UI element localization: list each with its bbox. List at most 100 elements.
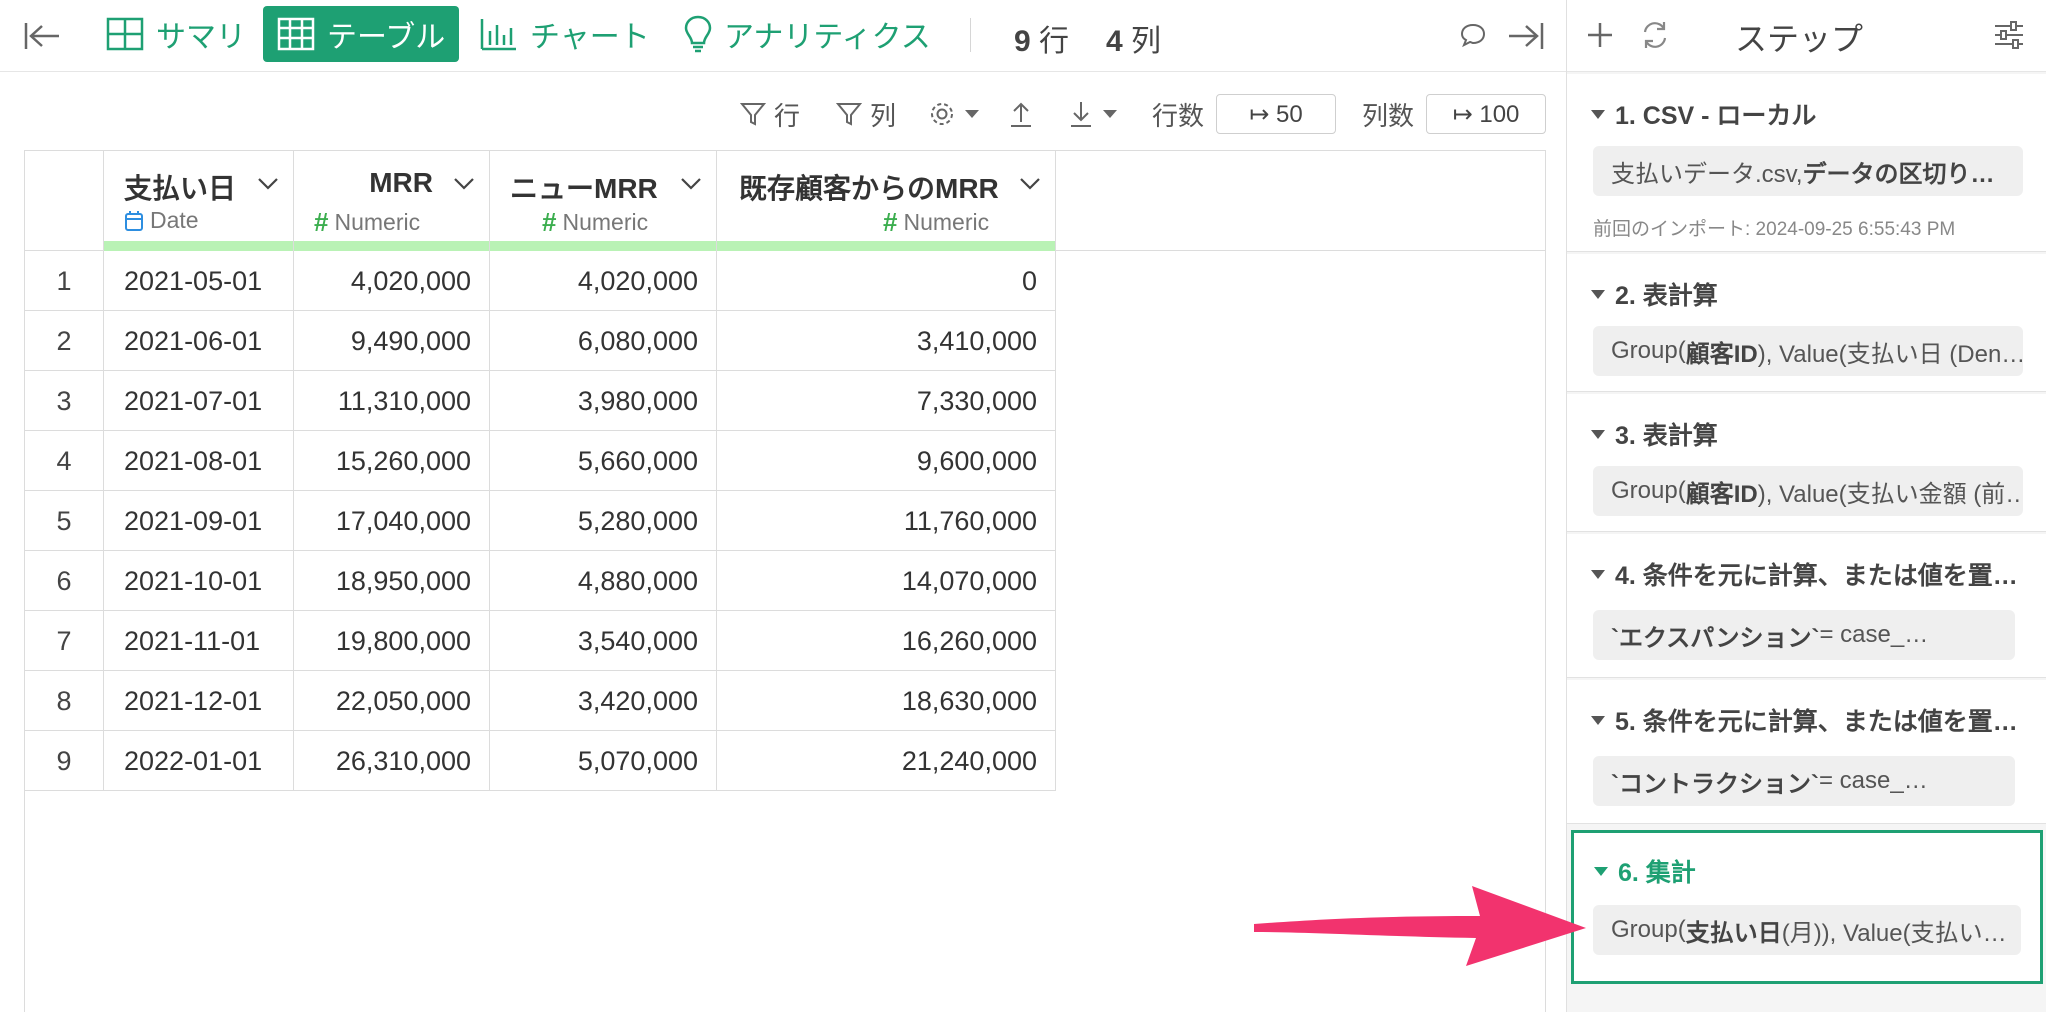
summary-grid-icon (106, 17, 144, 51)
table-row: 7 2021-11-01 19,800,000 3,540,000 16,260… (25, 611, 1056, 671)
numeric-icon: # (314, 207, 329, 237)
numeric-icon: # (883, 207, 898, 237)
filter-icon (740, 103, 766, 126)
chevron-down-icon[interactable] (1019, 177, 1041, 191)
caret-down-icon (1591, 109, 1605, 119)
cell-existing-mrr[interactable]: 14,070,000 (717, 551, 1056, 611)
cell-mrr[interactable]: 22,050,000 (294, 671, 490, 731)
cell-new-mrr[interactable]: 5,070,000 (490, 731, 717, 791)
column-name: 支払い日 (124, 173, 237, 204)
tab-analytics[interactable]: アナリティクス (670, 6, 945, 62)
column-header-payment-date[interactable]: 支払い日 Date (104, 151, 294, 251)
cell-existing-mrr[interactable]: 16,260,000 (717, 611, 1056, 671)
row-index: 9 (25, 731, 104, 791)
cell-payment-date[interactable]: 2021-06-01 (104, 311, 294, 371)
step-2-table-calc[interactable]: 2. 表計算 Group(顧客ID), Value(支払い日 (Den… (1567, 254, 2046, 392)
cell-existing-mrr[interactable]: 9,600,000 (717, 431, 1056, 491)
table-row: 1 2021-05-01 4,020,000 4,020,000 0 (25, 251, 1056, 311)
bar-chart-icon (480, 19, 516, 51)
cell-new-mrr[interactable]: 5,660,000 (490, 431, 717, 491)
filter-columns-button[interactable]: 列 (836, 94, 896, 134)
row-index: 2 (25, 311, 104, 371)
columns-limit-input[interactable]: ↦ 100 (1426, 94, 1546, 134)
step-detail[interactable]: Group(支払い日 (月)), Value(支払い… (1593, 905, 2021, 955)
cell-payment-date[interactable]: 2022-01-01 (104, 731, 294, 791)
cell-existing-mrr[interactable]: 7,330,000 (717, 371, 1056, 431)
steps-panel: ステップ 1. CSV - ローカル 支払いデータ.csv, データの区切り… … (1566, 0, 2046, 1012)
step-6-aggregate[interactable]: 6. 集計 Group(支払い日 (月)), Value(支払い… (1571, 830, 2043, 984)
cell-new-mrr[interactable]: 5,280,000 (490, 491, 717, 551)
step-detail[interactable]: `コントラクション` = case_… (1593, 756, 2015, 806)
download-dropdown[interactable] (1068, 94, 1118, 134)
column-quality-bar (294, 241, 489, 251)
filter-rows-button[interactable]: 行 (740, 94, 800, 134)
step-1-csv-local[interactable]: 1. CSV - ローカル 支払いデータ.csv, データの区切り… 前回のイン… (1567, 74, 2046, 252)
column-type: Date (124, 207, 199, 234)
table-row: 3 2021-07-01 11,310,000 3,980,000 7,330,… (25, 371, 1056, 431)
caret-down-icon (1591, 429, 1605, 439)
caret-down-icon (965, 110, 979, 118)
row-index: 7 (25, 611, 104, 671)
cell-mrr[interactable]: 17,040,000 (294, 491, 490, 551)
step-3-table-calc[interactable]: 3. 表計算 Group(顧客ID), Value(支払い金額 (前… (1567, 394, 2046, 532)
cell-payment-date[interactable]: 2021-05-01 (104, 251, 294, 311)
chevron-down-icon[interactable] (453, 177, 475, 191)
rows-limit-input[interactable]: ↦ 50 (1216, 94, 1336, 134)
cell-payment-date[interactable]: 2021-12-01 (104, 671, 294, 731)
column-header-mrr[interactable]: MRR # Numeric (294, 151, 490, 251)
plus-icon[interactable] (1585, 20, 1615, 50)
row-index: 6 (25, 551, 104, 611)
cell-new-mrr[interactable]: 4,020,000 (490, 251, 717, 311)
cell-mrr[interactable]: 11,310,000 (294, 371, 490, 431)
step-title: 1. CSV - ローカル (1591, 96, 2021, 132)
step-5-conditional-calc[interactable]: 5. 条件を元に計算、または値を置… `コントラクション` = case_… (1567, 680, 2046, 824)
tab-chart[interactable]: チャート (466, 6, 664, 62)
collapse-right-icon[interactable] (1506, 16, 1546, 56)
cell-existing-mrr[interactable]: 11,760,000 (717, 491, 1056, 551)
collapse-left-icon[interactable] (22, 16, 62, 56)
tab-summary-label: サマリ (156, 21, 246, 54)
cell-new-mrr[interactable]: 3,420,000 (490, 671, 717, 731)
cell-existing-mrr[interactable]: 0 (717, 251, 1056, 311)
column-header-existing-mrr[interactable]: 既存顧客からのMRR # Numeric (717, 151, 1056, 251)
step-detail[interactable]: `エクスパンション` = case_… (1593, 610, 2015, 660)
upload-icon[interactable] (1008, 94, 1034, 134)
tab-summary[interactable]: サマリ (92, 6, 260, 62)
tab-table[interactable]: テーブル (263, 6, 460, 62)
step-detail[interactable]: Group(顧客ID), Value(支払い日 (Den… (1593, 326, 2023, 376)
cell-new-mrr[interactable]: 3,980,000 (490, 371, 717, 431)
refresh-icon[interactable] (1639, 19, 1671, 51)
cell-existing-mrr[interactable]: 3,410,000 (717, 311, 1056, 371)
steps-panel-title: ステップ (1735, 21, 1864, 57)
cell-new-mrr[interactable]: 3,540,000 (490, 611, 717, 671)
cell-mrr[interactable]: 26,310,000 (294, 731, 490, 791)
column-header-new-mrr[interactable]: ニューMRR # Numeric (490, 151, 717, 251)
cell-payment-date[interactable]: 2021-10-01 (104, 551, 294, 611)
chevron-down-icon[interactable] (257, 177, 279, 191)
table-row: 8 2021-12-01 22,050,000 3,420,000 18,630… (25, 671, 1056, 731)
cell-mrr[interactable]: 15,260,000 (294, 431, 490, 491)
step-detail[interactable]: Group(顧客ID), Value(支払い金額 (前… (1593, 466, 2023, 516)
calendar-icon (125, 210, 143, 231)
sliders-icon[interactable] (1993, 20, 2025, 50)
comment-icon[interactable] (1456, 18, 1490, 52)
cell-new-mrr[interactable]: 6,080,000 (490, 311, 717, 371)
cell-payment-date[interactable]: 2021-11-01 (104, 611, 294, 671)
cell-mrr[interactable]: 4,020,000 (294, 251, 490, 311)
caret-down-icon (1103, 110, 1117, 118)
chevron-down-icon[interactable] (680, 177, 702, 191)
table-row: 2 2021-06-01 9,490,000 6,080,000 3,410,0… (25, 311, 1056, 371)
cell-payment-date[interactable]: 2021-07-01 (104, 371, 294, 431)
cell-mrr[interactable]: 18,950,000 (294, 551, 490, 611)
cell-existing-mrr[interactable]: 21,240,000 (717, 731, 1056, 791)
cell-mrr[interactable]: 19,800,000 (294, 611, 490, 671)
cell-mrr[interactable]: 9,490,000 (294, 311, 490, 371)
step-detail[interactable]: 支払いデータ.csv, データの区切り… (1593, 146, 2023, 196)
header-index (25, 151, 104, 251)
cell-existing-mrr[interactable]: 18,630,000 (717, 671, 1056, 731)
cell-payment-date[interactable]: 2021-08-01 (104, 431, 294, 491)
settings-dropdown[interactable] (928, 94, 980, 134)
cell-payment-date[interactable]: 2021-09-01 (104, 491, 294, 551)
step-4-conditional-calc[interactable]: 4. 条件を元に計算、または値を置… `エクスパンション` = case_… (1567, 534, 2046, 678)
cell-new-mrr[interactable]: 4,880,000 (490, 551, 717, 611)
